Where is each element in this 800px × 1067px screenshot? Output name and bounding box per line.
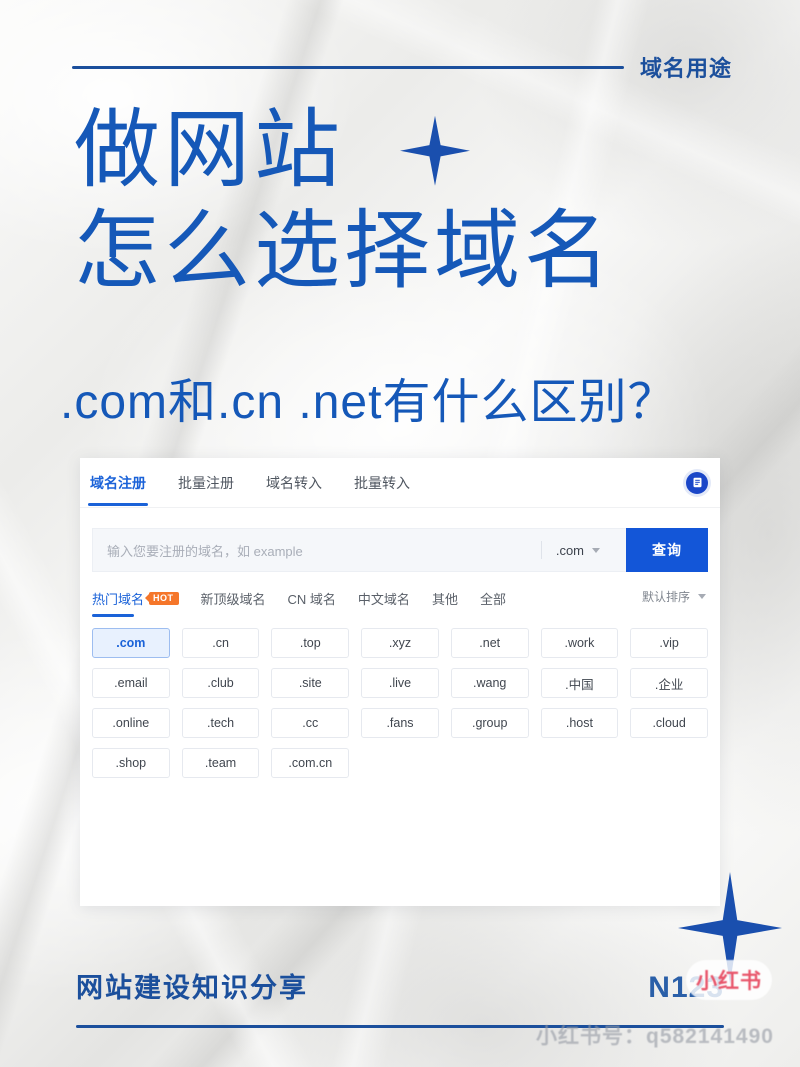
title-line-one: 做网站 — [74, 102, 344, 198]
tld-chip[interactable]: .cloud — [630, 708, 708, 738]
tld-chip-grid: .com .cn .top .xyz .net .work .vip .email .club.… — [92, 628, 708, 778]
search-input-wrapper[interactable]: 输入您要注册的域名，如 example .com — [92, 528, 626, 572]
watermark-text: 小红书号：q582141490 — [536, 1025, 774, 1048]
tld-chip[interactable]: .企业 — [630, 668, 708, 698]
nav-tab-bar: 域名注册 批量注册 域名转入 批量转入 — [80, 458, 720, 508]
tld-chip[interactable]: .top — [271, 628, 350, 658]
footer: 网站建设知识分享 N123 — [76, 966, 724, 1005]
filter-tab-cn-domains[interactable]: CN 域名 — [288, 589, 336, 617]
filter-tab-label: 热门域名 — [92, 592, 145, 607]
app-screenshot-panel: 域名注册 批量注册 域名转入 批量转入 输入您要注册的域名，如 example … — [80, 458, 720, 906]
filter-tab-hot-domains[interactable]: 热门域名 HOT — [92, 589, 179, 617]
tld-chip[interactable]: .fans — [361, 708, 439, 738]
tld-chip[interactable]: .中国 — [540, 668, 619, 698]
nav-tab-domain-transfer[interactable]: 域名转入 — [264, 459, 324, 506]
poster-canvas: 域名用途 做网站 怎么选择域名 .com和.cn .net有什么区别？ 域名注册… — [0, 0, 800, 1067]
nav-tab-domain-register[interactable]: 域名注册 — [88, 459, 148, 506]
sort-select[interactable]: 默认排序 — [642, 588, 706, 605]
tld-chip[interactable]: .email — [92, 668, 170, 698]
document-icon[interactable] — [686, 471, 708, 494]
xiaohongshu-logo-badge: 小红书 — [686, 960, 772, 1000]
tld-chip[interactable]: .wang — [450, 668, 529, 698]
hot-badge: HOT — [149, 591, 179, 606]
tld-chip[interactable]: .tech — [181, 708, 260, 738]
header-divider-line — [72, 65, 624, 69]
tld-chip[interactable]: .cc — [271, 708, 350, 738]
tld-chip[interactable]: .work — [540, 628, 619, 658]
tld-chip[interactable]: .cn — [181, 628, 260, 658]
nav-tab-bulk-transfer[interactable]: 批量转入 — [352, 459, 412, 506]
tld-suffix-select[interactable]: .com — [556, 543, 612, 558]
domain-search-row: 输入您要注册的域名，如 example .com 查询 — [92, 528, 708, 572]
subtitle-text: .com和.cn .net有什么区别？ — [60, 376, 677, 429]
chevron-down-icon — [698, 594, 706, 599]
search-input[interactable]: 输入您要注册的域名，如 example — [107, 541, 535, 560]
chevron-down-icon — [592, 547, 600, 553]
tld-chip[interactable]: .host — [540, 708, 619, 738]
footer-left-text: 网站建设知识分享 — [76, 973, 308, 1003]
nav-tab-bulk-register[interactable]: 批量注册 — [176, 459, 236, 506]
filter-tab-others[interactable]: 其他 — [432, 589, 458, 617]
tld-suffix-value: .com — [555, 542, 584, 558]
tld-chip[interactable]: .com — [92, 628, 170, 658]
tld-chip[interactable]: .shop — [92, 748, 170, 778]
tld-chip[interactable]: .live — [361, 668, 439, 698]
tld-chip[interactable]: .online — [92, 708, 170, 738]
sort-select-value: 默认排序 — [641, 590, 690, 604]
tld-chip[interactable]: .club — [181, 668, 260, 698]
tld-chip[interactable]: .net — [450, 628, 529, 658]
filter-tab-bar: 热门域名 HOT 新顶级域名 CN 域名 中文域名 其他 全部 默认排序 — [92, 588, 708, 618]
tld-chip[interactable]: .group — [450, 708, 529, 738]
title-line-one-row: 做网站 — [74, 100, 734, 201]
filter-tab-chinese-domains[interactable]: 中文域名 — [358, 589, 410, 617]
search-button[interactable]: 查询 — [626, 528, 708, 572]
filter-tab-new-gtld[interactable]: 新顶级域名 — [201, 589, 266, 617]
tld-chip[interactable]: .vip — [630, 628, 708, 658]
sparkle-star-icon — [400, 115, 470, 186]
tld-chip[interactable]: .xyz — [361, 628, 439, 658]
title-line-two: 怎么选择域名 — [74, 203, 614, 300]
filter-tab-all[interactable]: 全部 — [480, 589, 506, 617]
search-divider — [540, 541, 542, 559]
tld-chip[interactable]: .team — [181, 748, 260, 778]
top-header: 域名用途 — [72, 52, 732, 82]
title-block: 做网站 怎么选择域名 — [74, 100, 734, 303]
header-label: 域名用途 — [639, 56, 732, 81]
tld-chip[interactable]: .site — [271, 668, 350, 698]
tld-chip[interactable]: .com.cn — [271, 748, 350, 778]
